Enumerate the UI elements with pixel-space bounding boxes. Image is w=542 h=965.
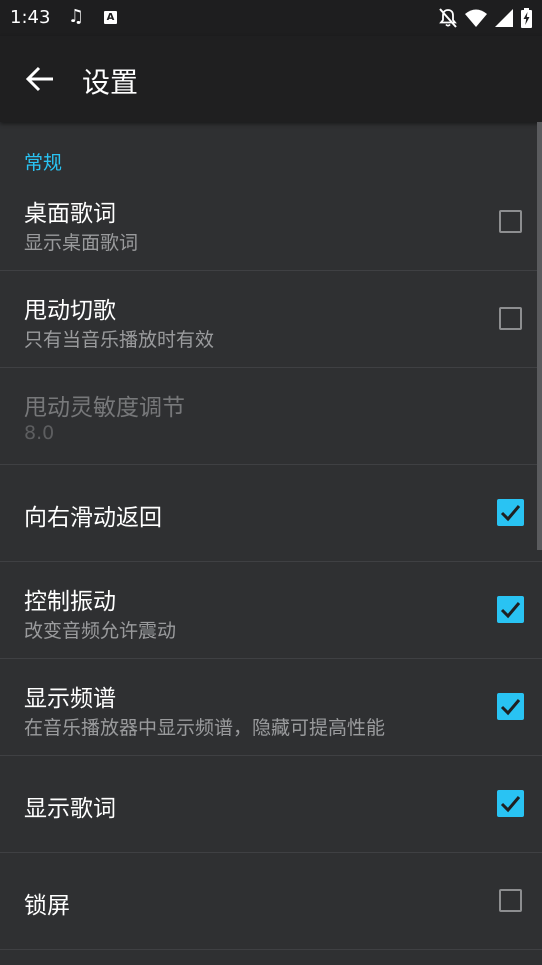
battery-charging-icon [521,8,532,28]
pref-desktop-lyrics[interactable]: 桌面歌词 显示桌面歌词 [0,174,542,271]
back-button[interactable] [22,60,60,98]
pref-lock-screen[interactable]: 锁屏 [0,853,542,950]
pref-swipe-back[interactable]: 向右滑动返回 [0,465,542,562]
arrow-back-icon [25,66,53,92]
checkbox-desktop-lyrics[interactable] [499,210,522,233]
check-icon [500,699,521,716]
section-header: 常规 [24,152,63,174]
app-bar: 设置 [0,36,542,122]
checkbox-vibration[interactable] [497,596,524,623]
pref-title: 甩动切歌 [24,298,116,324]
checkbox-swipe-back[interactable] [497,499,524,526]
pref-title: 控制振动 [24,589,116,615]
wifi-icon [465,9,487,27]
page-title: 设置 [82,66,139,99]
pref-title: 桌面歌词 [24,201,116,227]
pref-title: 向右滑动返回 [24,505,162,531]
pref-show-lyrics[interactable]: 显示歌词 [0,756,542,853]
pref-shake-sensitivity: 甩动灵敏度调节 8.0 [0,368,542,465]
check-icon [500,796,521,813]
check-icon [500,602,521,619]
pref-summary: 显示桌面歌词 [24,232,139,254]
pref-title: 甩动灵敏度调节 [24,395,185,421]
pref-summary: 只有当音乐播放时有效 [24,329,215,351]
checkbox-show-lyrics[interactable] [497,790,524,817]
pref-summary: 在音乐播放器中显示频谱，隐藏可提高性能 [24,717,386,739]
check-icon [500,505,521,522]
status-bar: 1:43 ♫ A [0,0,542,36]
pref-title: 锁屏 [24,893,70,919]
pref-title: 显示频谱 [24,686,116,712]
scrollbar[interactable] [537,122,542,550]
signal-icon [495,9,513,27]
pref-vibration[interactable]: 控制振动 改变音频允许震动 [0,562,542,659]
music-note-icon: ♫ [68,6,85,27]
pref-spectrum[interactable]: 显示频谱 在音乐播放器中显示频谱，隐藏可提高性能 [0,659,542,756]
checkbox-shake-switch[interactable] [499,307,522,330]
settings-list[interactable]: 常规 桌面歌词 显示桌面歌词 甩动切歌 只有当音乐播放时有效 甩动灵敏度调节 8… [0,122,542,965]
pref-summary: 8.0 [24,422,55,444]
pref-summary: 改变音频允许震动 [24,620,177,642]
status-icons [439,8,532,28]
app-a-icon: A [104,11,117,24]
checkbox-spectrum[interactable] [497,693,524,720]
bell-off-icon [439,8,457,28]
pref-title: 显示歌词 [24,796,116,822]
checkbox-lock-screen[interactable] [499,889,522,912]
status-time: 1:43 [10,7,51,28]
pref-shake-switch[interactable]: 甩动切歌 只有当音乐播放时有效 [0,271,542,368]
